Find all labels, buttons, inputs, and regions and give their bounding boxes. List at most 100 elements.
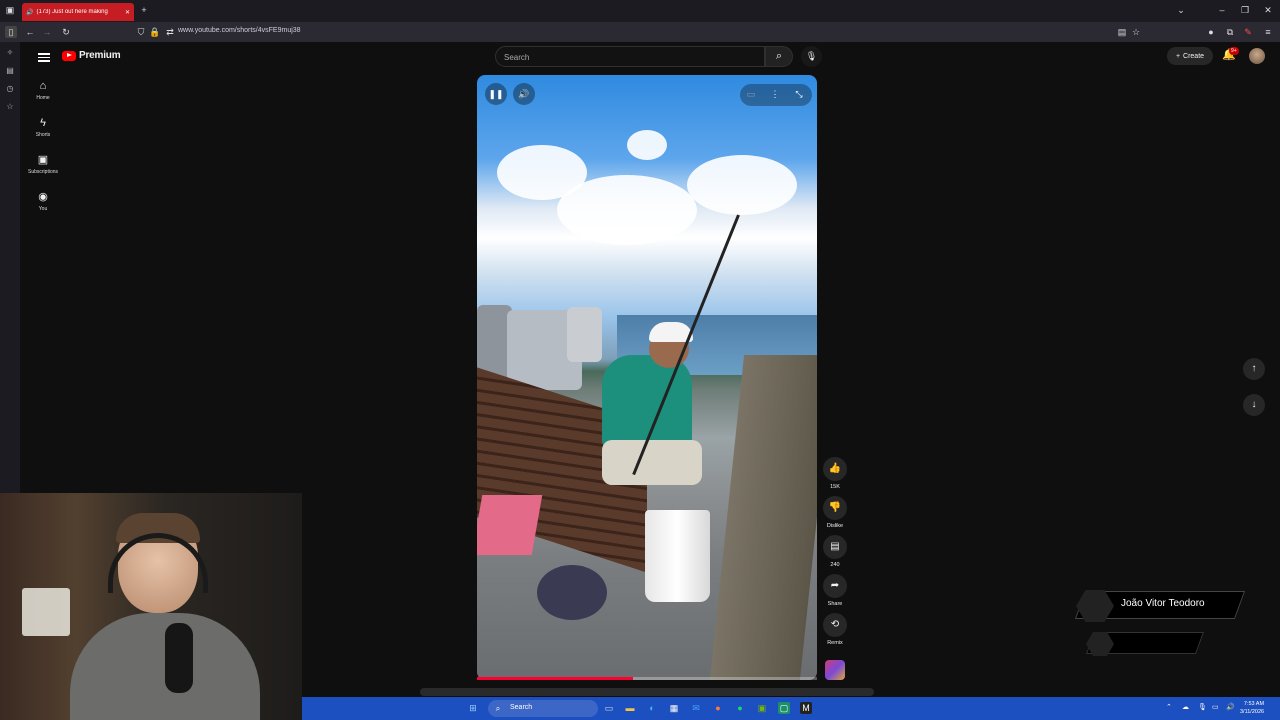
nav-subscriptions-label: Subscriptions	[27, 169, 58, 175]
reload-icon[interactable]: ↻	[60, 26, 72, 38]
edge-browser-icon[interactable]: ◐	[646, 702, 658, 714]
share-action[interactable]: ➦ Share	[822, 574, 848, 607]
browser-menu-icon[interactable]: ≡	[1262, 26, 1274, 38]
arrow-down-icon: ↓	[1251, 399, 1257, 410]
bookmark-star-icon[interactable]: ☆	[1130, 26, 1142, 38]
shield-icon[interactable]: ⛉	[135, 26, 147, 38]
tray-chevron-icon[interactable]: ⌃	[1166, 703, 1172, 711]
windows-start-icon[interactable]: ⊞	[467, 702, 479, 714]
tab-close-icon[interactable]: ✕	[125, 9, 130, 16]
app-icon[interactable]: ▢	[778, 702, 790, 714]
tray-mic-icon[interactable]: 🎙	[1198, 703, 1207, 711]
bookmarks-icon[interactable]: ☆	[5, 102, 15, 112]
thumbs-up-icon: 👍	[823, 457, 847, 481]
like-action[interactable]: 👍 15K	[822, 457, 848, 490]
clock-date: 3/11/2026	[1240, 709, 1265, 715]
nav-subscriptions[interactable]: ▣ Subscriptions	[26, 154, 60, 175]
lock-icon[interactable]: 🔒	[149, 26, 161, 38]
fullscreen-button[interactable]: ⤡	[788, 83, 810, 105]
firefox-icon[interactable]: ●	[712, 702, 724, 714]
tab-title: (173) Just out here making	[36, 9, 108, 15]
comments-action[interactable]: ▤ 240	[822, 535, 848, 568]
nvidia-icon[interactable]: ▣	[756, 702, 768, 714]
search-button[interactable]: ⌕	[765, 46, 793, 67]
cloud	[627, 130, 667, 160]
streamer-name: João Vitor Teodoro	[1121, 598, 1205, 609]
like-count: 15K	[830, 484, 840, 490]
captions-button[interactable]: ▭	[740, 83, 762, 105]
restore-icon[interactable]: ❐	[1239, 4, 1251, 16]
store-icon[interactable]: ▦	[668, 702, 680, 714]
volume-button[interactable]: 🔊	[513, 83, 535, 105]
tab-audio-icon[interactable]: 🔊	[26, 9, 33, 16]
plus-icon: +	[1175, 52, 1181, 60]
speaker-icon[interactable]: 🔊	[1226, 703, 1235, 711]
video-progress-bar[interactable]	[477, 677, 817, 680]
voice-search-button[interactable]: 🎙	[801, 46, 822, 67]
previous-short-button[interactable]: ↑	[1243, 358, 1265, 380]
browser-tab-bar: ▣ 🔊 (173) Just out here making ✕ + ⌄ – ❐…	[0, 0, 1280, 22]
video-progress-fill	[477, 677, 634, 680]
create-label: Create	[1183, 52, 1205, 60]
youtube-logo[interactable]: Premium	[62, 50, 121, 61]
ai-chat-icon[interactable]: ✧	[5, 48, 15, 58]
close-window-icon[interactable]: ✕	[1262, 4, 1274, 16]
extension-icon[interactable]: ●	[1205, 26, 1217, 38]
thumbs-down-icon: 👎	[823, 496, 847, 520]
sound-thumbnail[interactable]	[825, 660, 845, 680]
search-input[interactable]: Search	[495, 46, 765, 67]
back-icon[interactable]: ←	[24, 26, 36, 38]
spotify-icon[interactable]: ●	[734, 702, 746, 714]
onedrive-icon[interactable]: ☁	[1182, 703, 1189, 711]
nav-home[interactable]: ⌂ Home	[26, 80, 60, 101]
dislike-label: Dislike	[826, 523, 844, 529]
minimize-icon[interactable]: –	[1216, 4, 1228, 16]
microphone	[165, 623, 193, 693]
sidebar-toggle-icon[interactable]: ▣	[4, 4, 16, 16]
pause-button[interactable]: ❚❚	[485, 83, 507, 105]
nav-shorts[interactable]: ϟ Shorts	[26, 117, 60, 138]
nav-you[interactable]: ◉ You	[26, 191, 60, 212]
home-icon: ⌂	[39, 80, 47, 92]
microphone-icon: 🎙	[805, 51, 818, 61]
you-icon: ◉	[38, 191, 48, 203]
remix-label: Remix	[827, 640, 843, 646]
obs-icon[interactable]: M	[800, 702, 812, 714]
taskbar-search[interactable]: Search	[488, 700, 598, 717]
network-icon[interactable]: ▭	[1212, 703, 1219, 711]
cloud	[687, 155, 797, 215]
reader-view-icon[interactable]: ▤	[1116, 26, 1128, 38]
volume-icon: 🔊	[518, 89, 530, 99]
nav-home-label: Home	[36, 95, 50, 101]
hamburger-menu-icon[interactable]	[38, 51, 50, 62]
synced-tabs-icon[interactable]: ▤	[5, 66, 15, 76]
white-bucket	[645, 510, 710, 602]
dislike-action[interactable]: 👎 Dislike	[822, 496, 848, 529]
task-view-icon[interactable]: ▭	[603, 702, 615, 714]
create-button[interactable]: + Create	[1167, 47, 1213, 65]
file-explorer-icon[interactable]: ▬	[624, 702, 636, 714]
browser-tab-active[interactable]: 🔊 (173) Just out here making ✕	[22, 3, 134, 21]
wall-organizer	[22, 588, 70, 636]
next-short-button[interactable]: ↓	[1243, 394, 1265, 416]
pdf-extension-icon[interactable]: ✎	[1242, 26, 1254, 38]
new-tab-icon[interactable]: +	[138, 4, 150, 16]
more-options-button[interactable]: ⋮	[764, 83, 786, 105]
youtube-play-logo-icon	[62, 50, 76, 61]
account-avatar[interactable]	[1249, 48, 1265, 64]
more-vert-icon: ⋮	[770, 89, 780, 99]
remix-action[interactable]: ⟲ Remix	[822, 613, 848, 646]
short-video-player[interactable]	[477, 75, 817, 680]
history-icon[interactable]: ◷	[5, 84, 15, 94]
horizontal-scrollbar[interactable]	[420, 688, 874, 696]
share-icon: ➦	[823, 574, 847, 598]
extensions-puzzle-icon[interactable]: ⧉	[1224, 26, 1236, 38]
taskbar-clock[interactable]: 7:53 AM 3/11/2026	[1240, 700, 1264, 716]
sidebar-icon[interactable]: ▯	[5, 26, 17, 38]
forward-icon[interactable]: →	[41, 26, 53, 38]
outlook-icon[interactable]: ✉	[690, 702, 702, 714]
tab-list-icon[interactable]: ⌄	[1175, 4, 1187, 16]
url-bar[interactable]: www.youtube.com/shorts/4vsFE9muj38	[178, 27, 301, 34]
permissions-icon[interactable]: ⇄	[164, 26, 176, 38]
captions-icon: ▭	[746, 89, 756, 99]
